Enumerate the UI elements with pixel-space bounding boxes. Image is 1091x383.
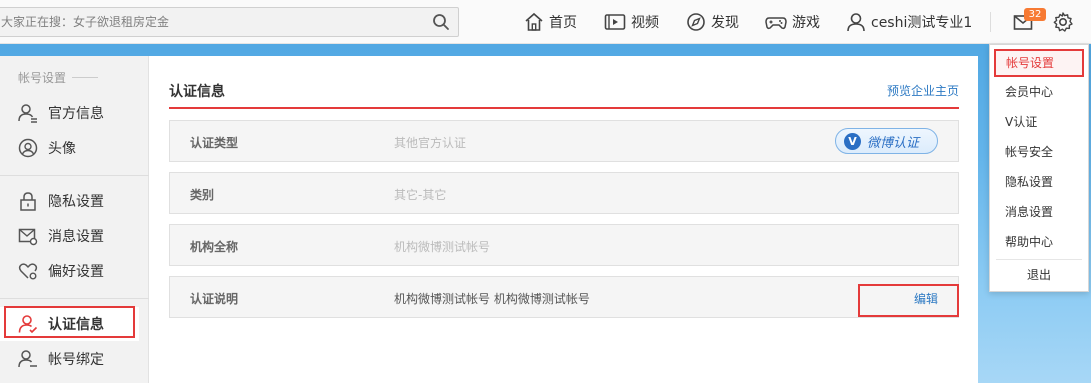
nav-discover[interactable]: 发现 [686,11,739,33]
sidebar-group-title: 帐号设置 [18,69,99,86]
nav-divider [990,12,991,32]
avatar-icon [18,138,38,158]
menu-item-help-center[interactable]: 帮助中心 [990,227,1088,257]
nav-home-label: 首页 [549,15,577,31]
search-box [0,7,459,37]
nav-video[interactable]: 视频 [604,11,659,33]
search-input[interactable] [0,8,419,36]
edit-highlight [858,284,959,317]
nav-user-label: ceshi测试专业1 [871,15,973,31]
nav-games-label: 游戏 [792,15,820,31]
top-navigation-bar: 首页 视频 发现 游戏 ceshi测试专业1 32 [0,0,1091,44]
nav-home[interactable]: 首页 [524,11,577,33]
menu-item-v-verification[interactable]: V认证 [990,107,1088,137]
sidebar-item-avatar[interactable]: 头像 [0,131,149,165]
sidebar-divider [0,298,149,299]
home-icon [525,12,543,31]
heart-settings-icon [18,263,38,280]
sidebar-item-privacy[interactable]: 隐私设置 [0,184,149,218]
gamepad-icon [765,17,787,30]
nav-video-label: 视频 [631,15,659,31]
info-row-category: 类别 其它-其它 [169,172,959,214]
menu-item-privacy-settings[interactable]: 隐私设置 [990,167,1088,197]
menu-item-account-security[interactable]: 帐号安全 [990,137,1088,167]
edit-button[interactable]: 编辑 [914,290,938,307]
sidebar-item-message-settings[interactable]: 消息设置 [0,219,149,253]
menu-item-member-center[interactable]: 会员中心 [990,77,1088,107]
lock-icon [20,192,36,211]
sidebar-item-preferences[interactable]: 偏好设置 [0,254,149,288]
nav-games[interactable]: 游戏 [765,11,820,33]
menu-item-logout[interactable]: 退出 [990,260,1088,290]
sidebar-item-account-binding[interactable]: 帐号绑定 [0,342,149,376]
active-item-highlight [4,306,135,338]
nav-discover-label: 发现 [711,15,739,31]
nav-user[interactable]: ceshi测试专业1 [846,11,972,33]
panel-header: 认证信息 预览企业主页 [169,78,959,109]
settings-dropdown-menu: 帐号设置 会员中心 V认证 帐号安全 隐私设置 消息设置 帮助中心 退出 [989,44,1089,292]
search-icon[interactable] [430,12,452,32]
sidebar-item-official-info[interactable]: 官方信息 [0,96,149,130]
verified-v-icon: V [844,132,861,150]
message-count-badge: 32 [1024,8,1046,21]
weibo-verified-badge[interactable]: V 微博认证 [835,128,938,154]
message-settings-icon [18,228,38,246]
sidebar-divider [0,175,149,176]
page-title: 认证信息 [169,84,225,100]
compass-icon [687,13,705,31]
info-row-full-name: 机构全称 机构微博测试帐号 [169,224,959,266]
verification-info-panel: 认证信息 预览企业主页 认证类型 其他官方认证 V 微博认证 类别 其它-其它 … [149,56,978,383]
menu-item-message-settings[interactable]: 消息设置 [990,197,1088,227]
info-row-verification-type: 认证类型 其他官方认证 V 微博认证 [169,120,959,162]
official-info-icon [18,104,37,123]
menu-item-account-settings[interactable]: 帐号设置 [994,49,1084,77]
user-icon [847,13,865,32]
video-icon [604,14,626,30]
info-row-description: 认证说明 机构微博测试帐号 机构微博测试帐号 编辑 [169,276,959,318]
preview-homepage-link[interactable]: 预览企业主页 [887,82,959,99]
account-bind-icon [18,350,37,368]
gear-icon[interactable] [1052,11,1074,33]
